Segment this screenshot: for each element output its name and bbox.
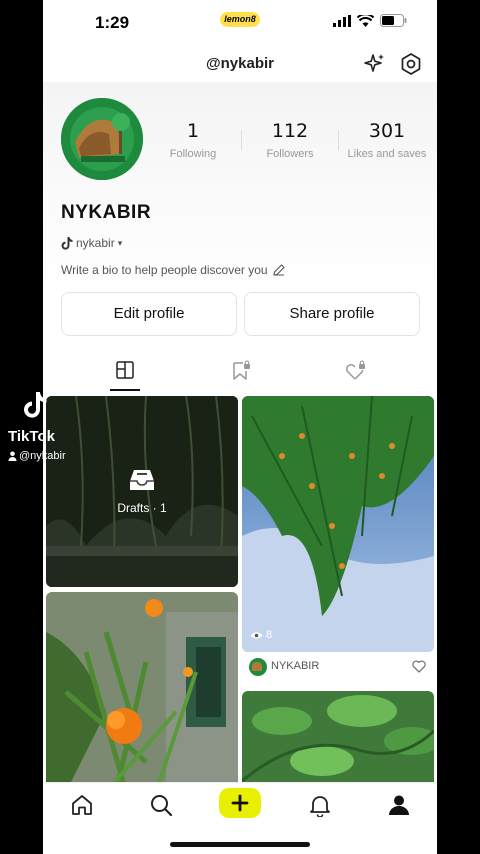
status-bar: 1:29 lemon8 [43,0,437,46]
caret-icon: ▾ [117,237,123,248]
profile-icon[interactable] [387,793,411,817]
plant-image [242,691,434,782]
create-post-button[interactable] [219,788,261,818]
posts-grid: Drafts · 1 8 NYKABIR [43,396,437,782]
tiktok-icon [61,236,73,250]
status-icons [333,14,407,27]
view-count: 8 [250,629,272,641]
tiktok-logo-icon [24,392,47,418]
grid-icon[interactable] [115,360,135,380]
stat-value: 301 [368,120,406,142]
marigold-image [46,592,238,782]
signal-icon [333,14,351,27]
view-count-value: 8 [266,629,273,641]
drafts-card[interactable]: Drafts · 1 [46,396,238,587]
status-time: 1:29 [95,13,130,32]
post-thumbnail-leaves[interactable]: 8 [242,396,434,652]
tiktok-handle: nykabir [76,236,115,250]
gear-icon[interactable] [399,52,423,76]
plus-icon [231,794,249,812]
watermark-handle-row: @nykabir [8,450,66,462]
author-avatar[interactable] [249,658,267,676]
bio-placeholder: Write a bio to help people discover you [61,263,268,277]
stat-value: 1 [186,120,200,142]
profile-section: 1 Following 112 Followers 301 Likes and … [43,82,437,292]
stat-likes-saves[interactable]: 301 Likes and saves [339,120,435,160]
heart-icon[interactable] [412,660,426,673]
post-meta-row: NYKABIR [249,656,429,678]
post-thumbnail-plant[interactable] [242,691,434,782]
stat-label: Likes and saves [347,148,427,160]
leaves-image [242,396,434,652]
watermark-brand: TikTok [8,428,55,445]
tiktok-link[interactable]: nykabir ▾ [61,236,122,250]
drafts-label: Drafts · 1 [117,501,167,515]
share-profile-button[interactable]: Share profile [244,292,420,336]
eye-icon [250,631,263,639]
heart-lock-icon[interactable] [345,360,367,382]
avatar[interactable] [61,98,143,180]
content-tabs [43,354,437,394]
home-indicator [170,842,310,847]
stat-followers[interactable]: 112 Followers [242,120,338,160]
sparkle-icon[interactable] [363,52,387,76]
stat-label: Following [169,148,217,160]
avatar-art [61,98,143,180]
search-icon[interactable] [149,793,173,817]
author-name[interactable]: NYKABIR [271,660,319,672]
bio[interactable]: Write a bio to help people discover you [61,263,285,277]
bookmark-lock-icon[interactable] [230,360,252,382]
stat-value: 112 [271,120,309,142]
post-thumbnail-marigold[interactable] [46,592,238,782]
app-badge: lemon8 [220,12,260,27]
active-tab-indicator [110,389,140,391]
person-icon [8,451,17,461]
phone-screen: 1:29 lemon8 @nykabir 1 Following 112 Fol… [43,0,437,854]
stats-row: 1 Following 112 Followers 301 Likes and … [145,120,435,160]
pencil-icon [272,264,285,276]
home-icon[interactable] [70,793,94,817]
inbox-icon [130,470,154,490]
stat-following[interactable]: 1 Following [145,120,241,160]
watermark-handle: @nykabir [19,450,66,462]
profile-header: @nykabir [43,46,437,82]
bell-icon[interactable] [308,793,332,817]
edit-profile-button[interactable]: Edit profile [61,292,237,336]
battery-icon [380,14,407,27]
stat-label: Followers [266,148,314,160]
wifi-icon [357,14,374,27]
display-name: NYKABIR [61,202,152,223]
